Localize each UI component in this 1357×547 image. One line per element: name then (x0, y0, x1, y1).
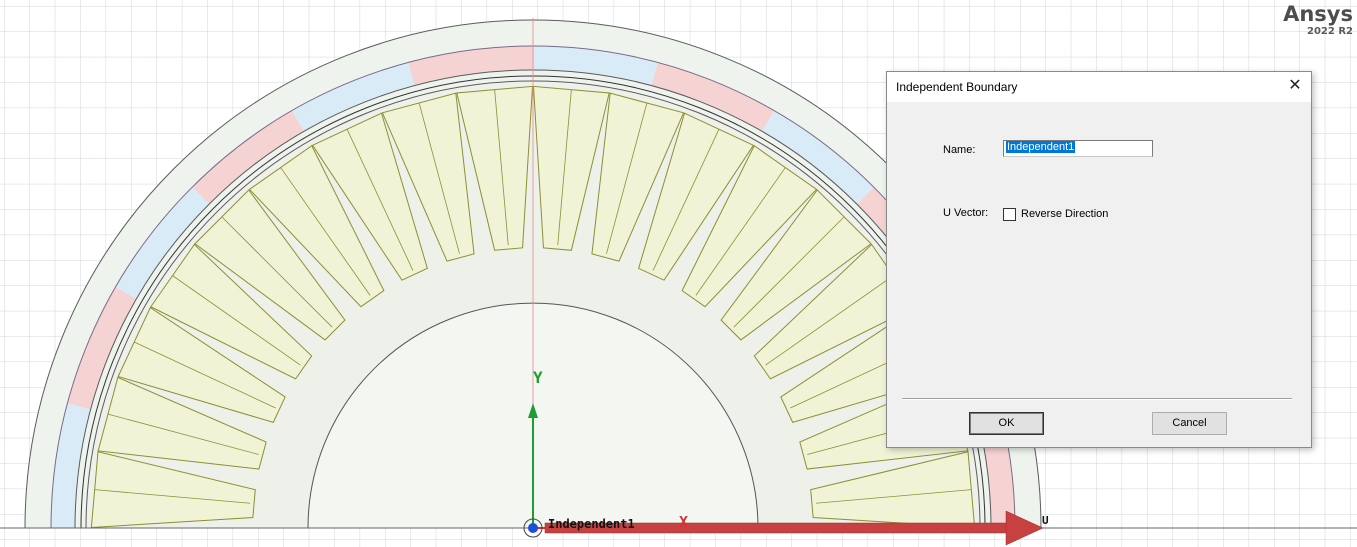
name-input-value: Independent1 (1006, 141, 1076, 153)
x-axis-label: X (679, 513, 688, 531)
close-icon[interactable]: ✕ (1285, 76, 1305, 96)
cancel-button[interactable]: Cancel (1152, 412, 1227, 435)
u-vector-label: U Vector: (943, 207, 989, 219)
name-label: Name: (943, 144, 976, 156)
dialog-title: Independent Boundary (896, 80, 1018, 94)
boundary-label: Independent1 (548, 517, 635, 531)
ok-button[interactable]: OK (969, 412, 1044, 435)
dialog-separator (902, 398, 1292, 400)
origin-point (528, 523, 538, 533)
u-vector-label: U (1042, 514, 1049, 527)
dialog-titlebar[interactable]: Independent Boundary ✕ (887, 72, 1311, 102)
reverse-direction-label[interactable]: Reverse Direction (1021, 208, 1108, 220)
ansys-logo: Ansys 2022 R2 (1283, 2, 1353, 38)
brand-version: 2022 R2 (1307, 26, 1353, 37)
reverse-direction-checkbox[interactable] (1003, 208, 1016, 221)
brand-name: Ansys (1283, 2, 1353, 26)
independent-boundary-dialog: Independent Boundary ✕ Name: Independent… (886, 71, 1312, 448)
name-input[interactable]: Independent1 (1003, 140, 1153, 157)
y-axis-label: Y (533, 368, 543, 387)
